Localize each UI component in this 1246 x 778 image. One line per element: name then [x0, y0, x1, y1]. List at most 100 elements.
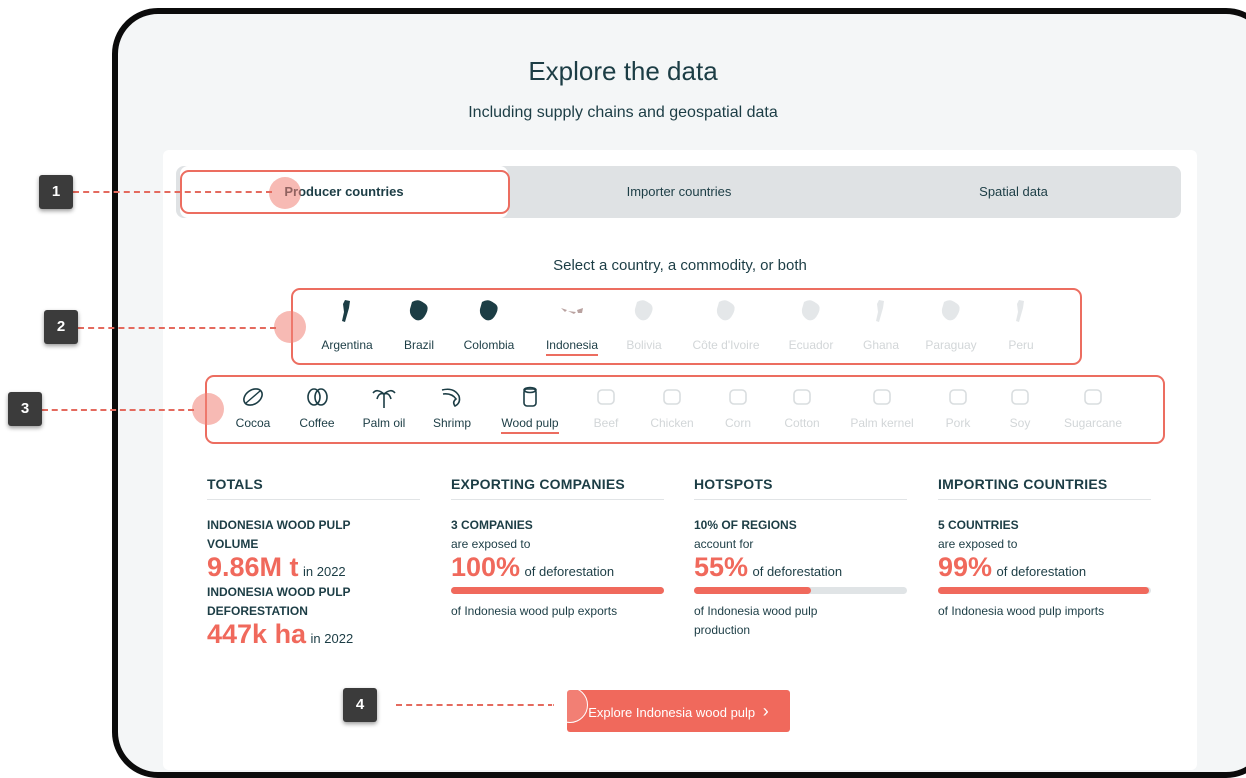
country-label: Colombia: [463, 338, 515, 352]
soy-icon: [1005, 384, 1035, 410]
commodity-shrimp[interactable]: Shrimp: [429, 384, 475, 430]
hotspots-progress-fill: [694, 587, 812, 594]
importing-column: IMPORTING COUNTRIES 5 COUNTRIES are expo…: [938, 476, 1151, 621]
deforestation-year: in 2022: [310, 631, 354, 646]
commodity-label: Coffee: [299, 416, 335, 430]
country-label: Ghana: [862, 338, 900, 352]
indicator-dot-4: [552, 687, 588, 723]
commodity-label: Palm kernel: [850, 416, 914, 430]
importing-percent: 99%: [938, 552, 993, 582]
commodity-chicken: Chicken: [647, 384, 697, 430]
commodity-coffee[interactable]: Coffee: [295, 384, 339, 430]
country-brazil[interactable]: Brazil: [401, 298, 437, 352]
importing-count: 5 COUNTRIES: [938, 518, 1019, 532]
shrimp-icon: [429, 384, 475, 410]
explore-button[interactable]: Explore Indonesia wood pulp ›: [567, 690, 790, 732]
indicator-dot-2: [274, 311, 306, 343]
country-colombia[interactable]: Colombia: [459, 298, 519, 352]
deforestation-value: 447k ha: [207, 619, 307, 649]
hotspots-footer: of Indonesia wood pulp production: [694, 604, 818, 637]
palm-oil-icon: [359, 384, 409, 410]
country-indonesia[interactable]: Indonesia: [541, 298, 603, 356]
indonesia-map-icon: [541, 298, 603, 324]
exporting-column: EXPORTING COMPANIES 3 COMPANIES are expo…: [451, 476, 664, 621]
selection-instruction: Select a country, a commodity, or both: [553, 257, 807, 274]
totals-column: TOTALS INDONESIA WOOD PULP VOLUME 9.86M …: [207, 476, 420, 650]
commodity-label: Wood pulp: [501, 416, 559, 434]
exporting-progress-fill: [451, 587, 664, 594]
commodity-pork: Pork: [942, 384, 974, 430]
sugarcane-icon: [1060, 384, 1126, 410]
commodity-corn: Corn: [722, 384, 754, 430]
commodity-wood-pulp[interactable]: Wood pulp: [496, 384, 564, 434]
chevron-right-icon: ›: [762, 701, 769, 721]
country-argentina[interactable]: Argentina: [317, 298, 377, 352]
country-label: Argentina: [321, 338, 373, 352]
pork-icon: [942, 384, 974, 410]
commodity-label: Cocoa: [235, 416, 271, 430]
country-c-te-d-ivoire: Côte d'Ivoire: [687, 298, 765, 352]
country-label: Paraguay: [925, 338, 977, 352]
bolivia-map-icon: [624, 298, 664, 324]
annotation-badge-4: 4: [343, 688, 377, 722]
palm-kernel-icon: [846, 384, 918, 410]
explore-button-label: Explore Indonesia wood pulp: [588, 705, 756, 720]
commodity-label: Beef: [593, 416, 619, 430]
leader-line-4: [396, 704, 554, 706]
hotspots-progress-bar: [694, 587, 907, 594]
exporting-heading: EXPORTING COMPANIES: [451, 476, 664, 500]
country-label: Brazil: [403, 338, 434, 352]
volume-year: in 2022: [303, 564, 346, 579]
indicator-dot-3: [192, 393, 224, 425]
hotspots-count: 10% OF REGIONS: [694, 518, 797, 532]
exporting-progress-bar: [451, 587, 664, 594]
indicator-dot-1: [269, 177, 301, 209]
importing-footer: of Indonesia wood pulp imports: [938, 604, 1105, 618]
country-label: Bolivia: [626, 338, 662, 352]
commodity-label: Cotton: [784, 416, 820, 430]
totals-heading: TOTALS: [207, 476, 420, 500]
colombia-map-icon: [459, 298, 519, 324]
country-label: Côte d'Ivoire: [692, 338, 760, 352]
tab-bar: Producer countries Importer countries Sp…: [176, 166, 1181, 218]
country-peru: Peru: [1006, 298, 1036, 352]
commodity-label: Corn: [724, 416, 751, 430]
paraguay-map-icon: [922, 298, 980, 324]
commodity-beef: Beef: [588, 384, 624, 430]
exporting-count: 3 COMPANIES: [451, 518, 533, 532]
page-title: Explore the data: [528, 56, 718, 86]
volume-value: 9.86M t: [207, 552, 299, 582]
tab-spatial-data[interactable]: Spatial data: [846, 166, 1181, 218]
country-label: Peru: [1008, 338, 1034, 352]
commodity-label: Soy: [1009, 416, 1031, 430]
importing-percent-suffix: of deforestation: [996, 564, 1087, 579]
commodity-soy: Soy: [1005, 384, 1035, 430]
hotspots-heading: HOTSPOTS: [694, 476, 907, 500]
hotspots-column: HOTSPOTS 10% OF REGIONS account for 55% …: [694, 476, 907, 640]
leader-line-2: [78, 327, 276, 329]
country-label: Indonesia: [545, 338, 599, 356]
exporting-percent-suffix: of deforestation: [524, 564, 615, 579]
exporting-percent: 100%: [451, 552, 521, 582]
cocoa-icon: [232, 384, 274, 410]
volume-label: INDONESIA WOOD PULP VOLUME: [207, 518, 351, 551]
commodity-label: Sugarcane: [1063, 416, 1123, 430]
commodity-cocoa[interactable]: Cocoa: [232, 384, 274, 430]
cotton-icon: [779, 384, 825, 410]
chicken-icon: [647, 384, 697, 410]
hotspots-percent-suffix: of deforestation: [752, 564, 843, 579]
country-ghana: Ghana: [859, 298, 903, 352]
hotspots-percent: 55%: [694, 552, 749, 582]
commodity-label: Pork: [945, 416, 971, 430]
commodity-palm-kernel: Palm kernel: [846, 384, 918, 430]
page-subtitle: Including supply chains and geospatial d…: [468, 104, 778, 121]
country-label: Ecuador: [788, 338, 834, 352]
commodity-label: Palm oil: [362, 416, 406, 430]
brazil-map-icon: [401, 298, 437, 324]
commodity-palm-oil[interactable]: Palm oil: [359, 384, 409, 430]
country-paraguay: Paraguay: [922, 298, 980, 352]
tab-importer-countries[interactable]: Importer countries: [512, 166, 846, 218]
peru-map-icon: [1006, 298, 1036, 324]
ecuador-map-icon: [785, 298, 837, 324]
country-ecuador: Ecuador: [785, 298, 837, 352]
